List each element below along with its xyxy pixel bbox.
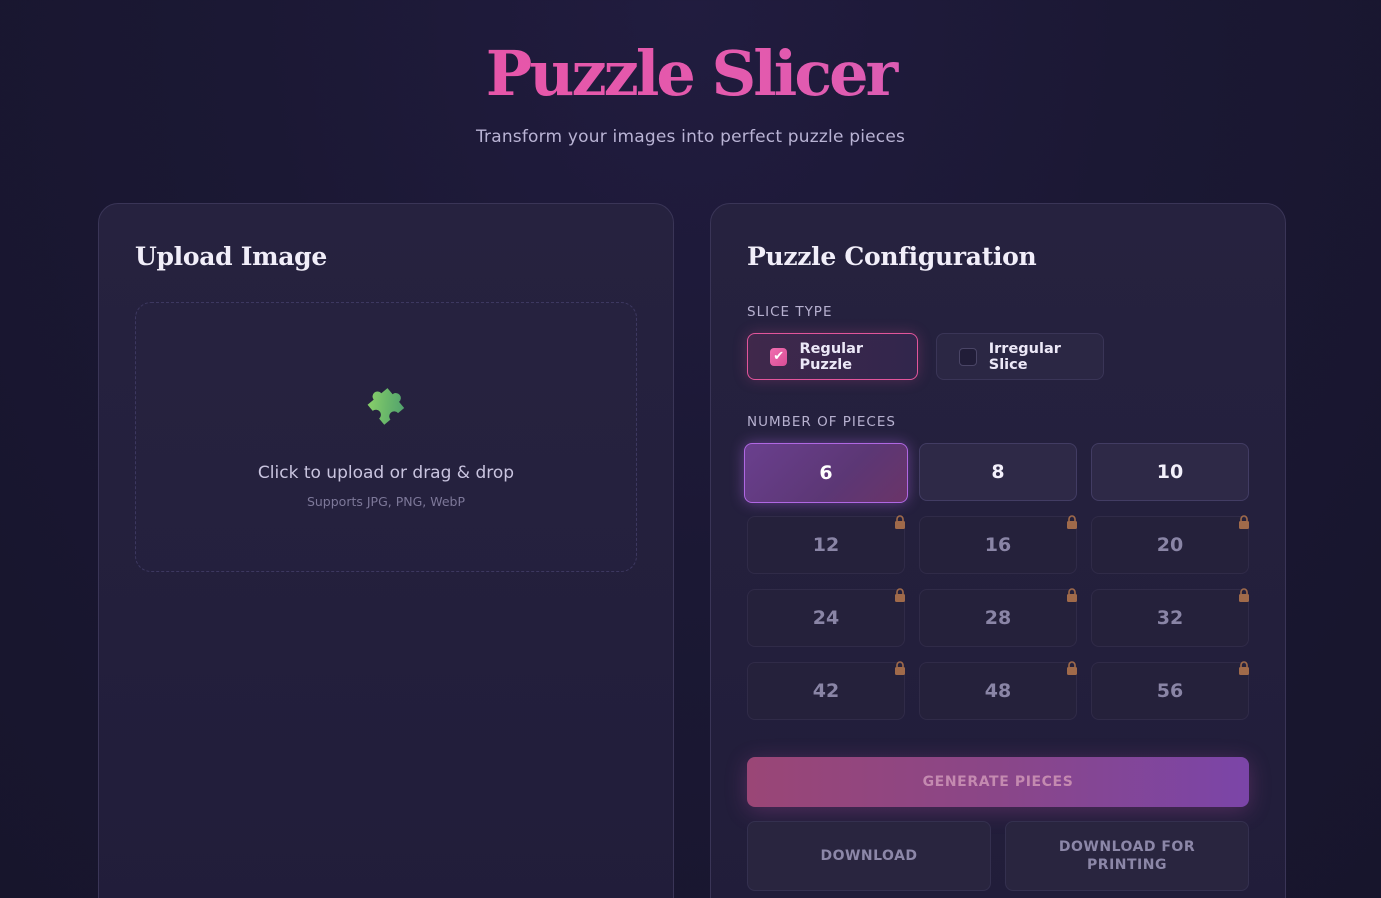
upload-dropzone[interactable]: Click to upload or drag & drop Supports …	[135, 302, 637, 572]
slice-option-label: Regular Puzzle	[799, 340, 864, 373]
lock-icon	[1067, 515, 1077, 529]
piece-option-16[interactable]: 16	[919, 515, 1077, 574]
download-button[interactable]: DOWNLOAD	[747, 821, 991, 891]
slice-option-irregular[interactable]: Irregular Slice	[936, 333, 1104, 380]
slice-option-regular[interactable]: ✔ Regular Puzzle	[747, 333, 918, 380]
piece-value: 20	[1156, 534, 1184, 556]
app-title: Puzzle Slicer	[0, 34, 1381, 114]
app-subtitle: Transform your images into perfect puzzl…	[475, 127, 906, 147]
piece-value: 48	[984, 680, 1012, 702]
generate-pieces-button[interactable]: GENERATE PIECES	[747, 757, 1249, 807]
config-heading: Puzzle Configuration	[747, 242, 1037, 271]
piece-value: 28	[984, 607, 1012, 629]
lock-icon	[1067, 661, 1077, 675]
slice-option-label: Irregular Slice	[988, 340, 1061, 373]
pieces-label: NUMBER OF PIECES	[747, 414, 896, 430]
puzzle-piece-icon	[367, 388, 405, 425]
download-for-printing-button[interactable]: DOWNLOAD FOR PRINTING	[1005, 821, 1249, 891]
piece-option-32[interactable]: 32	[1091, 588, 1249, 647]
piece-value: 24	[812, 607, 840, 629]
lock-icon	[1239, 661, 1249, 675]
upload-heading: Upload Image	[135, 242, 327, 271]
upload-prompt: Click to upload or drag & drop	[257, 463, 515, 483]
piece-value: 6	[819, 462, 833, 484]
piece-value: 12	[812, 534, 840, 556]
piece-option-24[interactable]: 24	[747, 588, 905, 647]
piece-option-8[interactable]: 8	[919, 443, 1077, 501]
piece-option-6[interactable]: 6	[744, 443, 908, 503]
piece-value: 42	[812, 680, 840, 702]
piece-option-48[interactable]: 48	[919, 661, 1077, 720]
piece-value: 56	[1156, 680, 1184, 702]
piece-option-42[interactable]: 42	[747, 661, 905, 720]
piece-option-20[interactable]: 20	[1091, 515, 1249, 574]
piece-option-12[interactable]: 12	[747, 515, 905, 574]
piece-option-56[interactable]: 56	[1091, 661, 1249, 720]
piece-option-28[interactable]: 28	[919, 588, 1077, 647]
slice-type-label: SLICE TYPE	[747, 304, 833, 320]
check-icon: ✔	[770, 347, 788, 366]
lock-icon	[895, 588, 905, 602]
piece-value: 8	[991, 461, 1005, 483]
lock-icon	[1067, 588, 1077, 602]
piece-value: 16	[984, 534, 1012, 556]
lock-icon	[895, 515, 905, 529]
config-card: Puzzle Configuration SLICE TYPE ✔ Regula…	[710, 203, 1286, 898]
lock-icon	[1239, 515, 1249, 529]
checkbox-empty-icon	[959, 347, 977, 366]
piece-value: 10	[1156, 461, 1184, 483]
piece-option-10[interactable]: 10	[1091, 443, 1249, 501]
upload-card: Upload Image Click to upload or drag & d…	[98, 203, 674, 898]
piece-value: 32	[1156, 607, 1184, 629]
lock-icon	[895, 661, 905, 675]
upload-formats-hint: Supports JPG, PNG, WebP	[306, 494, 466, 509]
lock-icon	[1239, 588, 1249, 602]
